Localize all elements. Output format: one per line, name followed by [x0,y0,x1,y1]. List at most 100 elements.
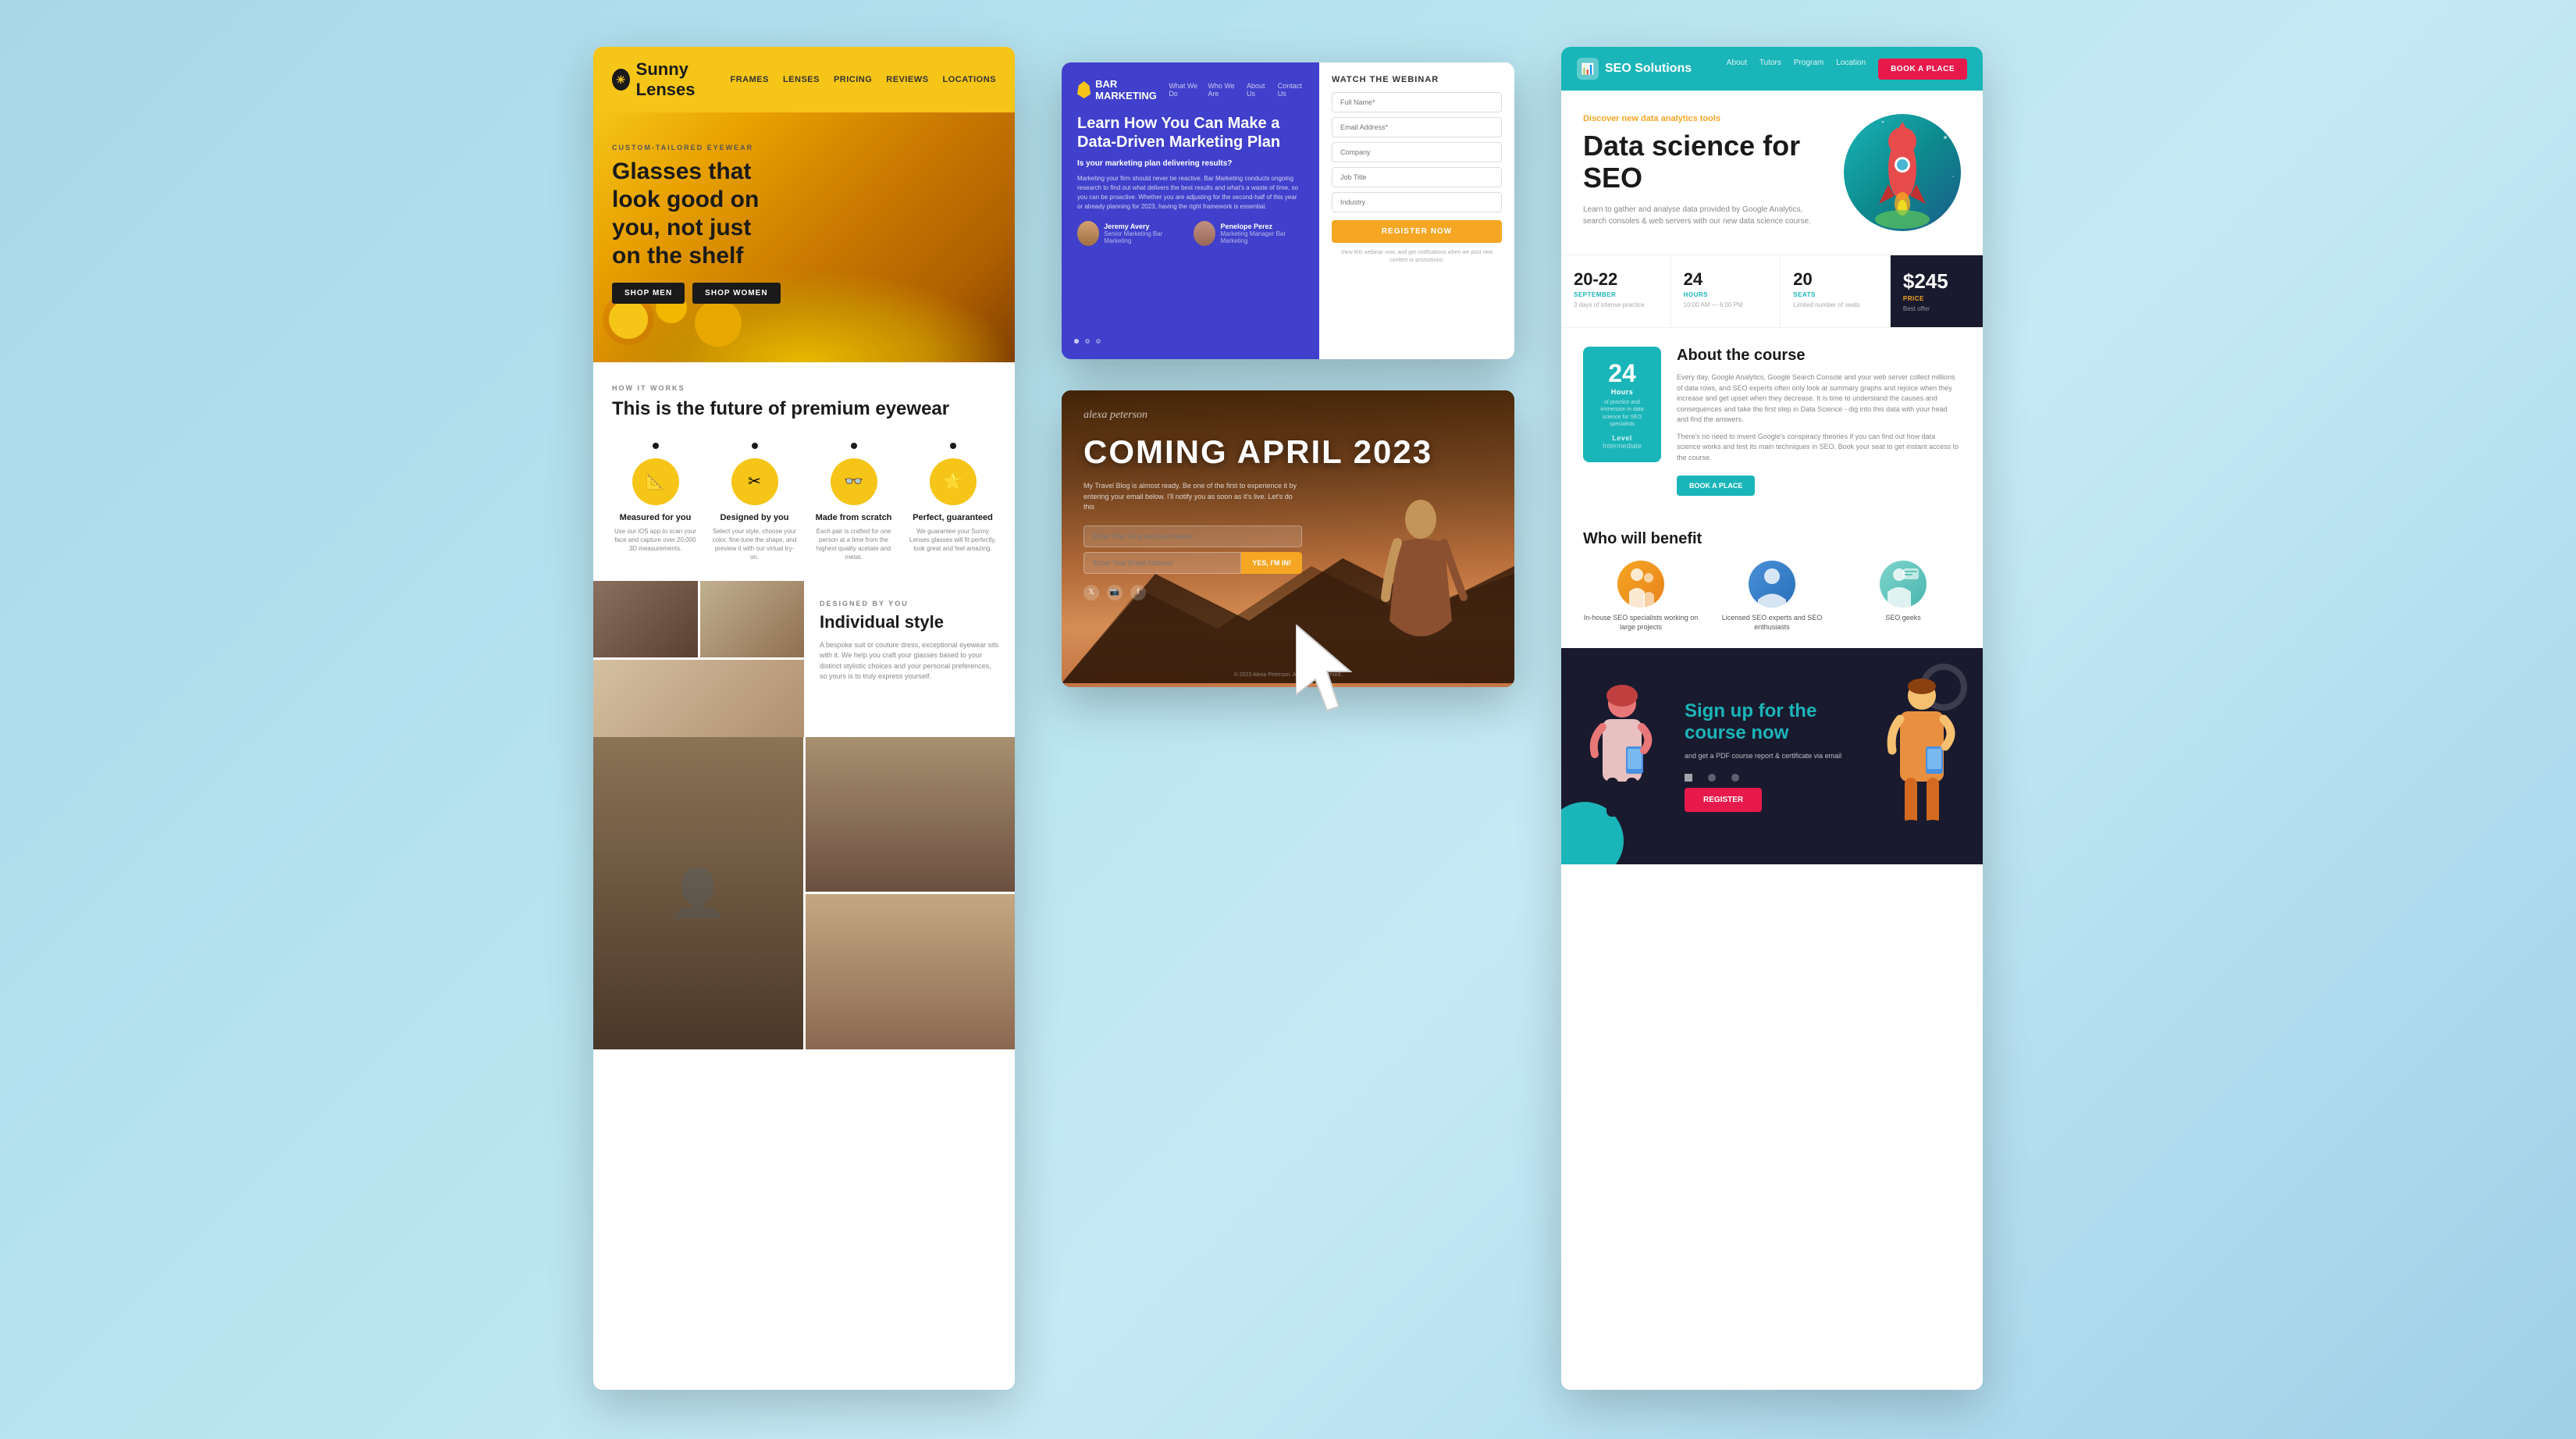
signup-title: Sign up for the course now [1685,700,1859,746]
signup-dot-3 [1731,774,1739,782]
feature-desc-3: We guarantee your Sunny Lenses glasses w… [909,527,996,554]
bar-presenters: Jeremy Avery Senior Marketing Bar Market… [1077,221,1304,246]
seo-nav: 📊 SEO Solutions About Tutors Program Loc… [1561,47,1983,91]
coming-submit-btn[interactable]: YES, I'M IN! [1241,552,1302,574]
form-jobtitle[interactable] [1332,167,1502,187]
gallery-image-3 [593,660,804,737]
nav-lenses[interactable]: LENSES [783,75,820,84]
seo-benefit-section: Who will benefit In-house SEO specialist… [1561,515,1983,647]
individual-title: Individual style [820,612,999,632]
stat-price: $245 Price Best offer [1891,255,1983,327]
seo-register-btn[interactable]: REGISTER [1685,788,1762,812]
bottom-gallery: 👤 [593,737,1015,1049]
deco-dot-3 [1096,339,1101,344]
deco-dot-1 [1074,339,1079,344]
presenter-role-2: Marketing Manager Bar Marketing [1220,230,1304,244]
deco-dot-2 [1085,339,1090,344]
bar-nav-3[interactable]: About Us [1247,82,1268,98]
gallery-main-img: 👤 [593,737,803,1049]
benefit-item-1: Licensed SEO experts and SEO enthusiasts [1714,561,1830,632]
bar-nav-4[interactable]: Contact Us [1278,82,1304,98]
nav-pricing[interactable]: PRICING [834,75,872,84]
about-book-btn[interactable]: BOOK A PLACE [1677,476,1755,496]
coming-email-form: YES, I'M IN! [1083,525,1302,574]
form-fullname[interactable] [1332,92,1502,112]
feature-dot [851,443,857,449]
facebook-icon[interactable]: f [1130,585,1146,600]
stat-num-0: 20-22 [1574,269,1658,290]
bar-nav-links: What We Do Who We Are About Us Contact U… [1169,82,1304,98]
section-title: This is the future of premium eyewear [612,398,996,421]
sunny-hero-text: CUSTOM-TAILORED EYEWEAR Glasses that loo… [612,144,784,304]
seo-nav-program[interactable]: Program [1794,59,1823,80]
seo-nav-location[interactable]: Location [1836,59,1866,80]
nav-frames[interactable]: FRAMES [730,75,768,84]
feature-icon-measured: 📐 [632,458,679,505]
sunny-nav-links: FRAMES LENSES PRICING REVIEWS LOCATIONS [730,75,996,84]
seo-hero-image [1844,114,1961,231]
benefit-label-0: In-house SEO specialists working on larg… [1583,614,1699,632]
presenter-info-1: Jeremy Avery Senior Marketing Bar Market… [1104,223,1181,244]
rocket-illustration [1844,114,1961,231]
bar-nav-1[interactable]: What We Do [1169,82,1198,98]
seo-hero-title: Data science for SEO [1583,130,1828,194]
seo-hero-desc: Learn to gather and analyse data provide… [1583,204,1828,227]
shop-women-btn[interactable]: SHOP WOMEN [692,283,780,304]
seo-about-header: 24 Hours of practice and immersion in da… [1583,347,1961,496]
sunny-lenses-card: ☀ Sunny Lenses FRAMES LENSES PRICING REV… [593,47,1015,1390]
individual-text: DESIGNED BY YOU Individual style A bespo… [804,581,1015,737]
stat-label-2: Seats [1793,291,1877,298]
benefit-icon-2 [1880,561,1927,607]
seo-hero-text: Discover new data analytics tools Data s… [1583,114,1828,227]
stat-seats: 20 Seats Limited number of seats [1781,255,1891,327]
bar-deco-dots [1074,339,1101,344]
feature-title-3: Perfect, guaranteed [909,513,996,522]
benefit-label-2: SEO geeks [1885,614,1921,623]
feature-desc-0: Use our iOS app to scan your face and ca… [612,527,699,554]
benefit-item-0: In-house SEO specialists working on larg… [1583,561,1699,632]
eyewear-label: CUSTOM-TAILORED EYEWEAR [612,144,784,151]
seo-nav-links: About Tutors Program Location BOOK A PLA… [1727,59,1967,80]
seo-about-section: 24 Hours of practice and immersion in da… [1561,328,1983,515]
shop-men-btn[interactable]: SHOP MEN [612,283,685,304]
form-industry[interactable] [1332,192,1502,212]
form-company[interactable] [1332,142,1502,162]
register-button[interactable]: REGISTER NOW [1332,220,1502,243]
seo-nav-tutors[interactable]: Tutors [1759,59,1781,80]
seo-hero: Discover new data analytics tools Data s… [1561,91,1983,255]
gallery-image-1 [593,581,698,658]
feature-dot [950,443,956,449]
seo-nav-about[interactable]: About [1727,59,1747,80]
hours-desc: of practice and immersion in data scienc… [1596,399,1649,427]
feature-icon-scratch: 👓 [831,458,877,505]
bar-hero-title: Learn How You Can Make a Data-Driven Mar… [1077,114,1304,151]
coming-name-input[interactable] [1083,525,1302,547]
bar-logo: BAR MARKETING [1077,78,1162,102]
nav-locations[interactable]: LOCATIONS [943,75,996,84]
bar-nav-2[interactable]: Who We Are [1208,82,1237,98]
feature-dot [752,443,758,449]
benefit-list: In-house SEO specialists working on larg… [1583,561,1961,632]
seo-about-content: About the course Every day, Google Analy… [1677,347,1961,496]
feature-desc-2: Each pair is crafted for one person at a… [810,527,897,562]
twitter-icon[interactable]: 𝕏 [1083,585,1099,600]
seo-hours-box: 24 Hours of practice and immersion in da… [1583,347,1661,461]
coming-socials: 𝕏 📷 f [1083,585,1493,600]
seo-book-btn[interactable]: BOOK A PLACE [1878,59,1967,80]
form-email[interactable] [1332,117,1502,137]
presenter-2: Penelope Perez Marketing Manager Bar Mar… [1194,221,1304,246]
nav-reviews[interactable]: REVIEWS [886,75,928,84]
presenter-name-1: Jeremy Avery [1104,223,1181,230]
presenter-avatar-1 [1077,221,1099,246]
sun-icon: ☀ [612,69,630,91]
feature-title-1: Designed by you [711,513,798,522]
form-note: View this webinar now, and get notificat… [1332,249,1502,265]
instagram-icon[interactable]: 📷 [1107,585,1123,600]
stat-label-0: September [1574,291,1658,298]
feature-title-2: Made from scratch [810,513,897,522]
seo-solutions-card: 📊 SEO Solutions About Tutors Program Loc… [1561,47,1983,1390]
main-container: ☀ Sunny Lenses FRAMES LENSES PRICING REV… [0,0,2576,1439]
feature-designed: ✂ Designed by you Select your style, cho… [711,443,798,562]
coming-email-input[interactable] [1083,552,1241,574]
sunny-hero: CUSTOM-TAILORED EYEWEAR Glasses that loo… [593,112,1015,362]
